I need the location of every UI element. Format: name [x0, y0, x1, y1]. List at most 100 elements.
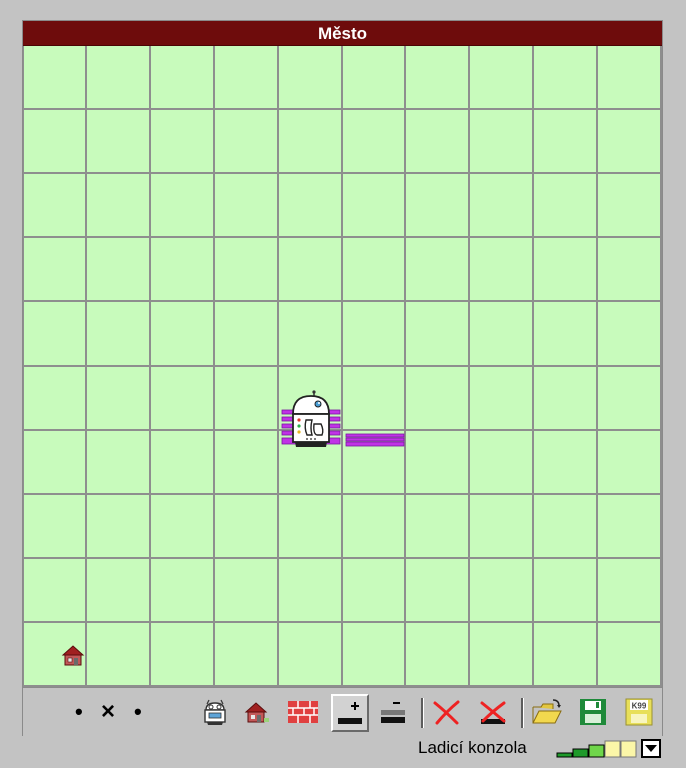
- grid-cell[interactable]: [470, 495, 534, 559]
- grid-cell[interactable]: [406, 110, 470, 174]
- grid-cell[interactable]: [406, 495, 470, 559]
- grid-cell[interactable]: [534, 559, 598, 623]
- grid-cell[interactable]: [23, 174, 87, 238]
- grid-cell[interactable]: [470, 238, 534, 302]
- clear-marks-button[interactable]: [477, 696, 509, 728]
- grid-cell[interactable]: [215, 110, 279, 174]
- grid-cell[interactable]: [534, 623, 598, 687]
- grid-cell[interactable]: [343, 110, 406, 174]
- grid-cell[interactable]: [279, 174, 343, 238]
- save-button[interactable]: [577, 696, 609, 728]
- city-grid[interactable]: [23, 46, 662, 687]
- place-robot-button[interactable]: [199, 696, 231, 728]
- grid-cell[interactable]: [279, 559, 343, 623]
- grid-cell[interactable]: [406, 431, 470, 495]
- grid-cell[interactable]: [215, 46, 279, 110]
- grid-cell[interactable]: [87, 559, 151, 623]
- grid-cell[interactable]: [598, 46, 662, 110]
- grid-cell[interactable]: [151, 238, 215, 302]
- save-k99-button[interactable]: K99: [623, 696, 655, 728]
- grid-cell[interactable]: [23, 238, 87, 302]
- grid-cell[interactable]: [343, 46, 406, 110]
- grid-cell[interactable]: [151, 559, 215, 623]
- grid-cell[interactable]: [87, 46, 151, 110]
- grid-cell[interactable]: [215, 495, 279, 559]
- grid-cell[interactable]: [87, 174, 151, 238]
- grid-cell[interactable]: [598, 495, 662, 559]
- grid-cell[interactable]: [406, 559, 470, 623]
- grid-cell[interactable]: [279, 623, 343, 687]
- grid-cell[interactable]: [279, 238, 343, 302]
- add-mark-button[interactable]: [331, 694, 369, 732]
- grid-cell[interactable]: [151, 302, 215, 367]
- grid-cell[interactable]: [598, 110, 662, 174]
- grid-cell[interactable]: [151, 495, 215, 559]
- grid-cell[interactable]: [215, 559, 279, 623]
- open-button[interactable]: [531, 696, 563, 728]
- grid-cell[interactable]: [598, 238, 662, 302]
- grid-cell[interactable]: [470, 46, 534, 110]
- grid-cell[interactable]: [87, 431, 151, 495]
- grid-cell[interactable]: [151, 110, 215, 174]
- grid-cell[interactable]: [87, 623, 151, 687]
- grid-cell[interactable]: [23, 495, 87, 559]
- grid-cell[interactable]: [87, 238, 151, 302]
- grid-cell[interactable]: [279, 46, 343, 110]
- grid-cell[interactable]: [470, 302, 534, 367]
- grid-cell[interactable]: [534, 431, 598, 495]
- speed-fast-button[interactable]: •: [134, 700, 142, 724]
- grid-cell[interactable]: [406, 46, 470, 110]
- grid-cell[interactable]: [470, 174, 534, 238]
- grid-cell[interactable]: [151, 431, 215, 495]
- grid-cell[interactable]: [598, 623, 662, 687]
- grid-cell[interactable]: [534, 367, 598, 431]
- grid-cell[interactable]: [23, 367, 87, 431]
- place-home-button[interactable]: [241, 696, 273, 728]
- grid-cell[interactable]: [534, 238, 598, 302]
- grid-cell[interactable]: [279, 495, 343, 559]
- remove-mark-button[interactable]: [377, 696, 409, 728]
- console-dropdown-button[interactable]: [641, 739, 661, 758]
- grid-cell[interactable]: [406, 302, 470, 367]
- grid-cell[interactable]: [470, 431, 534, 495]
- grid-cell[interactable]: [279, 110, 343, 174]
- grid-cell[interactable]: [23, 559, 87, 623]
- grid-cell[interactable]: [151, 174, 215, 238]
- grid-cell[interactable]: [598, 559, 662, 623]
- grid-cell[interactable]: [598, 431, 662, 495]
- grid-cell[interactable]: [343, 495, 406, 559]
- grid-cell[interactable]: [598, 367, 662, 431]
- grid-cell[interactable]: [598, 174, 662, 238]
- grid-cell[interactable]: [534, 495, 598, 559]
- grid-cell[interactable]: [343, 302, 406, 367]
- grid-cell[interactable]: [87, 495, 151, 559]
- grid-cell[interactable]: [87, 367, 151, 431]
- grid-cell[interactable]: [215, 367, 279, 431]
- grid-cell[interactable]: [151, 367, 215, 431]
- grid-cell[interactable]: [215, 431, 279, 495]
- robot-icon[interactable]: [286, 390, 336, 450]
- grid-cell[interactable]: [406, 174, 470, 238]
- grid-cell[interactable]: [215, 623, 279, 687]
- delete-button[interactable]: [431, 696, 463, 728]
- grid-cell[interactable]: [215, 174, 279, 238]
- grid-cell[interactable]: [87, 110, 151, 174]
- grid-cell[interactable]: [534, 174, 598, 238]
- grid-cell[interactable]: [534, 302, 598, 367]
- grid-cell[interactable]: [151, 623, 215, 687]
- grid-cell[interactable]: [470, 367, 534, 431]
- grid-cell[interactable]: [151, 46, 215, 110]
- grid-cell[interactable]: [470, 110, 534, 174]
- grid-cell[interactable]: [23, 431, 87, 495]
- grid-cell[interactable]: [534, 110, 598, 174]
- grid-cell[interactable]: [87, 302, 151, 367]
- grid-cell[interactable]: [23, 302, 87, 367]
- grid-cell[interactable]: [215, 302, 279, 367]
- stop-button[interactable]: ×: [101, 700, 115, 724]
- grid-cell[interactable]: [343, 238, 406, 302]
- grid-cell[interactable]: [343, 623, 406, 687]
- debug-level-meter[interactable]: [556, 740, 640, 758]
- grid-cell[interactable]: [406, 238, 470, 302]
- speed-slow-button[interactable]: •: [75, 700, 83, 724]
- grid-cell[interactable]: [406, 623, 470, 687]
